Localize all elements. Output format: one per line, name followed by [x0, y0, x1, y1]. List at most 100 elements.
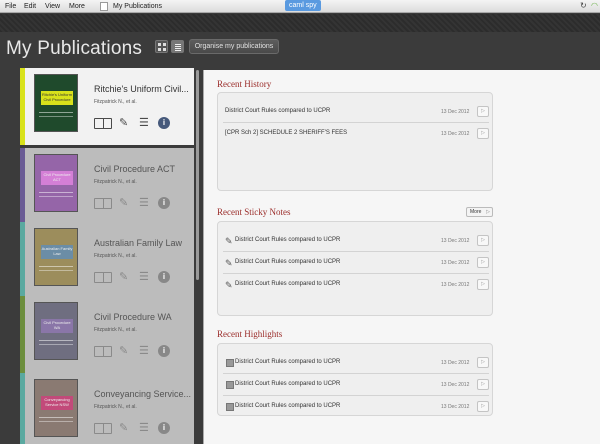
pencil-icon[interactable]: ✎: [119, 421, 128, 434]
open-book-icon[interactable]: [94, 346, 112, 357]
pencil-icon: ✎: [225, 258, 233, 268]
list-item[interactable]: District Court Rules compared to UCPR 13…: [223, 101, 489, 123]
open-arrow-icon[interactable]: ▷: [477, 279, 489, 290]
open-book-icon[interactable]: [94, 423, 112, 434]
list-icon[interactable]: ☰: [139, 116, 149, 129]
list-item[interactable]: ✎ District Court Rules compared to UCPR …: [223, 252, 489, 274]
item-title[interactable]: [CPR Sch 2] SCHEDULE 2 SHERIFF'S FEES: [225, 130, 347, 136]
list-item[interactable]: ✎ District Court Rules compared to UCPR …: [223, 230, 489, 252]
pencil-icon[interactable]: ✎: [119, 196, 128, 209]
item-date: 13 Dec 2012: [441, 238, 470, 244]
publication-author: Fitzpatrick N., et al.: [94, 404, 137, 410]
document-icon: [100, 2, 108, 11]
item-title[interactable]: District Court Rules compared to UCPR: [235, 259, 340, 265]
list-item[interactable]: District Court Rules compared to UCPR 13…: [223, 352, 489, 374]
open-arrow-icon[interactable]: ▷: [477, 106, 489, 117]
recent-history-box: District Court Rules compared to UCPR 13…: [217, 92, 493, 191]
refresh-icon[interactable]: ↻: [580, 1, 587, 10]
publication-card[interactable]: Ritchie's Uniform Civil Procedure Ritchi…: [20, 68, 194, 145]
list-item[interactable]: District Court Rules compared to UCPR 13…: [223, 374, 489, 396]
pencil-icon: ✎: [225, 280, 233, 290]
publication-title[interactable]: Ritchie's Uniform Civil...: [94, 84, 189, 94]
item-title[interactable]: District Court Rules compared to UCPR: [235, 381, 340, 387]
open-arrow-icon[interactable]: ▷: [477, 235, 489, 246]
open-book-icon[interactable]: [94, 118, 112, 129]
chevron-right-icon: ▷: [486, 209, 490, 215]
book-cover[interactable]: Australian Family Law: [34, 228, 78, 286]
menu-more[interactable]: More: [69, 3, 85, 10]
publication-title[interactable]: Conveyancing Service...: [94, 389, 191, 399]
item-date: 13 Dec 2012: [441, 360, 470, 366]
list-item[interactable]: District Court Rules compared to UCPR 13…: [223, 396, 489, 418]
list-icon[interactable]: ☰: [139, 270, 149, 283]
menu-view[interactable]: View: [45, 3, 60, 10]
item-title[interactable]: District Court Rules compared to UCPR: [235, 403, 340, 409]
open-book-icon[interactable]: [94, 272, 112, 283]
item-title[interactable]: District Court Rules compared to UCPR: [225, 108, 330, 114]
book-cover[interactable]: Ritchie's Uniform Civil Procedure: [34, 74, 78, 132]
open-book-icon[interactable]: [94, 198, 112, 209]
list-icon[interactable]: ☰: [139, 344, 149, 357]
open-arrow-icon[interactable]: ▷: [477, 128, 489, 139]
item-date: 13 Dec 2012: [441, 404, 470, 410]
spy-tag[interactable]: caml spy: [285, 0, 321, 11]
header-stripe: [0, 14, 600, 32]
pencil-icon[interactable]: ✎: [119, 270, 128, 283]
open-arrow-icon[interactable]: ▷: [477, 357, 489, 368]
info-icon[interactable]: i: [158, 271, 170, 283]
publication-title[interactable]: Civil Procedure ACT: [94, 164, 175, 174]
publication-author: Fitzpatrick N., et al.: [94, 253, 137, 259]
list-item[interactable]: ✎ District Court Rules compared to UCPR …: [223, 274, 489, 296]
pencil-icon[interactable]: ✎: [119, 116, 128, 129]
more-label: More: [470, 209, 482, 215]
list-icon[interactable]: ☰: [139, 421, 149, 434]
item-title[interactable]: District Court Rules compared to UCPR: [235, 237, 340, 243]
sticky-notes-more-button[interactable]: More ▷: [466, 207, 493, 217]
item-date: 13 Dec 2012: [441, 109, 470, 115]
publication-card[interactable]: Civil Procedure WA Civil Procedure WA Fi…: [20, 296, 194, 373]
item-title[interactable]: District Court Rules compared to UCPR: [235, 281, 340, 287]
publications-scrollbar[interactable]: [196, 70, 199, 280]
info-icon[interactable]: i: [158, 345, 170, 357]
recent-history-title: Recent History: [217, 79, 272, 89]
item-title[interactable]: District Court Rules compared to UCPR: [235, 359, 340, 365]
cover-label: Conveyancing Service NSW: [41, 396, 73, 410]
book-cover[interactable]: Civil Procedure WA: [34, 302, 78, 360]
recent-sticky-notes-box: ✎ District Court Rules compared to UCPR …: [217, 221, 493, 316]
cover-label: Australian Family Law: [41, 245, 73, 259]
highlight-icon: [226, 381, 234, 389]
list-view-button[interactable]: [171, 40, 184, 53]
list-item[interactable]: [CPR Sch 2] SCHEDULE 2 SHERIFF'S FEES 13…: [223, 123, 489, 145]
publication-author: Fitzpatrick N., et al.: [94, 99, 137, 105]
publication-card[interactable]: Civil Procedure ACT Civil Procedure ACT …: [20, 148, 194, 225]
item-date: 13 Dec 2012: [441, 282, 470, 288]
menu-edit[interactable]: Edit: [24, 3, 36, 10]
item-date: 13 Dec 2012: [441, 260, 470, 266]
organise-publications-button[interactable]: Organise my publications: [189, 39, 279, 54]
menu-bar: File Edit View More My Publications caml…: [0, 0, 600, 13]
grid-view-button[interactable]: [155, 40, 168, 53]
info-icon[interactable]: i: [158, 422, 170, 434]
highlight-icon: [226, 359, 234, 367]
page-title: My Publications: [6, 38, 143, 59]
pencil-icon[interactable]: ✎: [119, 344, 128, 357]
cover-label: Civil Procedure ACT: [41, 171, 73, 185]
publication-title[interactable]: Civil Procedure WA: [94, 312, 172, 322]
publication-card[interactable]: Australian Family Law Australian Family …: [20, 222, 194, 299]
publication-card[interactable]: Conveyancing Service NSW Conveyancing Se…: [20, 373, 194, 444]
open-arrow-icon[interactable]: ▷: [477, 257, 489, 268]
pencil-icon: ✎: [225, 236, 233, 246]
info-icon[interactable]: i: [158, 117, 170, 129]
book-cover[interactable]: Conveyancing Service NSW: [34, 379, 78, 437]
cover-label: Ritchie's Uniform Civil Procedure: [41, 91, 73, 105]
publication-author: Fitzpatrick N., et al.: [94, 327, 137, 333]
open-arrow-icon[interactable]: ▷: [477, 401, 489, 412]
item-date: 13 Dec 2012: [441, 382, 470, 388]
open-arrow-icon[interactable]: ▷: [477, 379, 489, 390]
list-icon[interactable]: ☰: [139, 196, 149, 209]
info-icon[interactable]: i: [158, 197, 170, 209]
menu-file[interactable]: File: [5, 3, 16, 10]
wifi-icon: ◠: [591, 1, 598, 10]
book-cover[interactable]: Civil Procedure ACT: [34, 154, 78, 212]
publication-title[interactable]: Australian Family Law: [94, 238, 182, 248]
